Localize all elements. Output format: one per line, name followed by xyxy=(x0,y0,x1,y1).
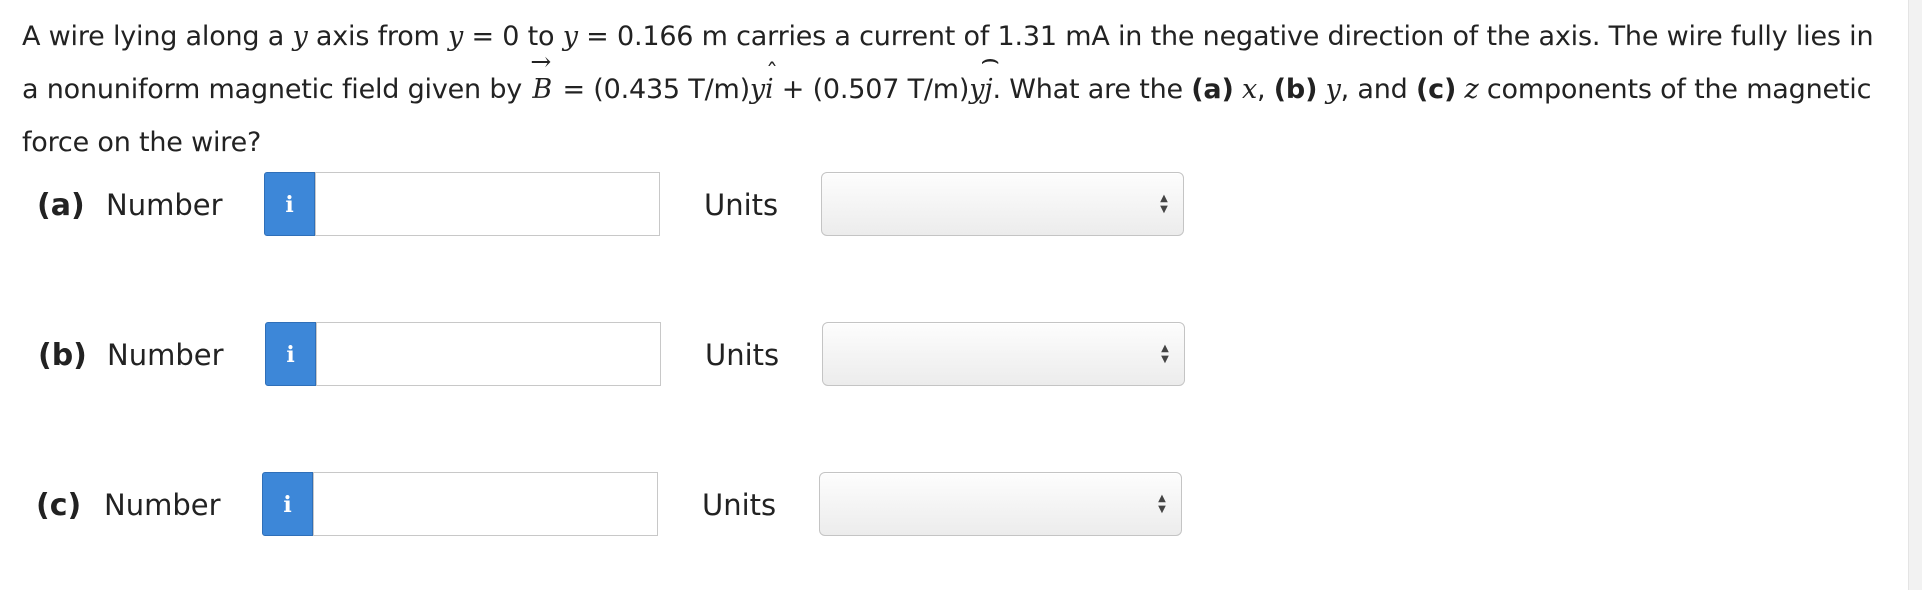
units-label: Units xyxy=(702,488,777,522)
unit-vector-i: i xyxy=(765,47,779,116)
info-icon[interactable]: i xyxy=(262,472,313,536)
info-icon[interactable]: i xyxy=(265,322,316,386)
units-select[interactable]: ▲ ▼ xyxy=(821,172,1184,236)
part-label: (a) xyxy=(37,188,85,223)
part-label: (c) xyxy=(36,488,82,523)
number-label: Number xyxy=(104,488,221,522)
number-label: Number xyxy=(106,188,223,222)
question-text: A wire lying along a y axis from y = 0 t… xyxy=(22,10,1892,169)
select-arrows-icon: ▲ ▼ xyxy=(1161,343,1169,365)
info-icon[interactable]: i xyxy=(264,172,315,236)
vector-b-symbol: B xyxy=(530,35,554,116)
units-label: Units xyxy=(705,338,780,372)
select-arrows-icon: ▲ ▼ xyxy=(1158,493,1166,515)
select-arrows-icon: ▲ ▼ xyxy=(1160,193,1168,215)
number-label: Number xyxy=(107,338,224,372)
answer-row-a: (a) Number i Units ▲ ▼ xyxy=(37,172,1187,238)
units-label: Units xyxy=(704,188,779,222)
unit-vector-j: j xyxy=(980,33,1000,116)
answer-row-b: (b) Number i Units ▲ ▼ xyxy=(38,322,1188,388)
number-input[interactable] xyxy=(315,172,660,236)
units-select[interactable]: ▲ ▼ xyxy=(822,322,1185,386)
number-input[interactable] xyxy=(313,472,658,536)
scrollbar[interactable] xyxy=(1908,0,1922,590)
part-label: (b) xyxy=(38,338,87,373)
units-select[interactable]: ▲ ▼ xyxy=(819,472,1182,536)
number-input[interactable] xyxy=(316,322,661,386)
answer-row-c: (c) Number i Units ▲ ▼ xyxy=(36,472,1186,538)
